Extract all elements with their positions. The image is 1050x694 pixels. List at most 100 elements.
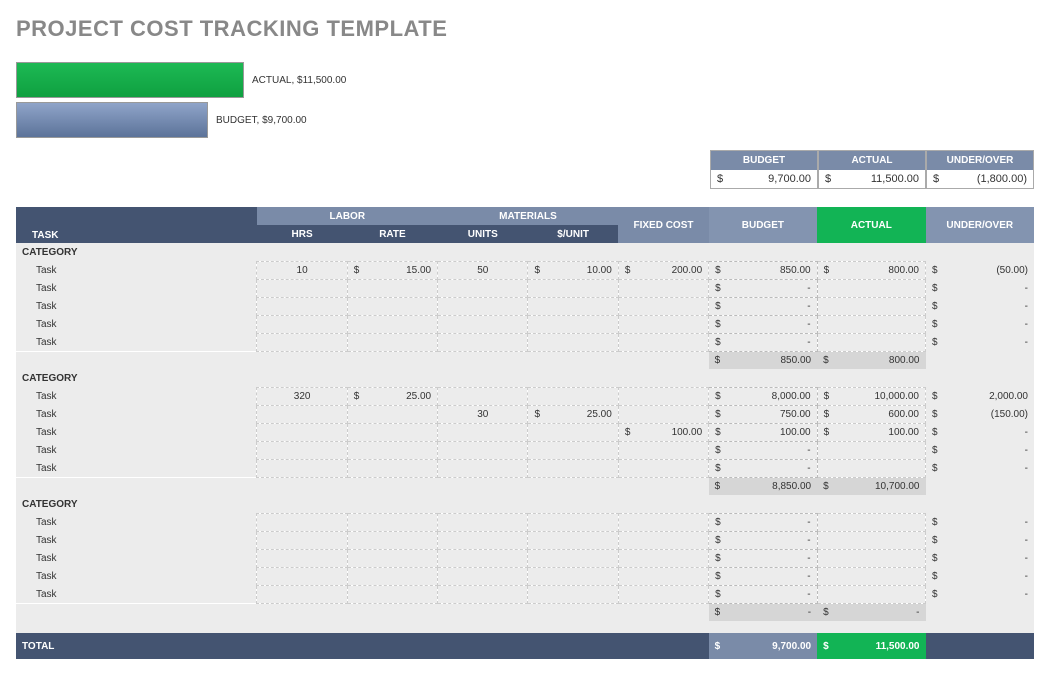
perunit-cell[interactable] bbox=[528, 459, 618, 477]
task-cell[interactable]: Task bbox=[16, 513, 257, 531]
actual-cell[interactable]: $800.00 bbox=[817, 261, 925, 279]
task-cell[interactable]: Task bbox=[16, 405, 257, 423]
units-cell[interactable] bbox=[438, 531, 528, 549]
units-cell[interactable]: 30 bbox=[438, 405, 528, 423]
perunit-cell[interactable] bbox=[528, 531, 618, 549]
hrs-cell[interactable] bbox=[257, 567, 347, 585]
task-cell[interactable]: Task bbox=[16, 423, 257, 441]
task-cell[interactable]: Task bbox=[16, 333, 257, 351]
rate-cell[interactable] bbox=[347, 297, 437, 315]
fixed-cell[interactable] bbox=[618, 333, 708, 351]
task-cell[interactable]: Task bbox=[16, 315, 257, 333]
actual-cell[interactable] bbox=[817, 297, 925, 315]
perunit-cell[interactable] bbox=[528, 567, 618, 585]
rate-cell[interactable] bbox=[347, 513, 437, 531]
hrs-cell[interactable] bbox=[257, 423, 347, 441]
rate-cell[interactable] bbox=[347, 315, 437, 333]
rate-cell[interactable] bbox=[347, 441, 437, 459]
units-cell[interactable] bbox=[438, 423, 528, 441]
fixed-cell[interactable] bbox=[618, 315, 708, 333]
actual-cell[interactable] bbox=[817, 585, 925, 603]
hrs-cell[interactable] bbox=[257, 531, 347, 549]
rate-cell[interactable] bbox=[347, 567, 437, 585]
fixed-cell[interactable]: $100.00 bbox=[618, 423, 708, 441]
fixed-cell[interactable] bbox=[618, 297, 708, 315]
actual-cell[interactable] bbox=[817, 333, 925, 351]
task-cell[interactable]: Task bbox=[16, 261, 257, 279]
hrs-cell[interactable] bbox=[257, 549, 347, 567]
rate-cell[interactable] bbox=[347, 333, 437, 351]
rate-cell[interactable] bbox=[347, 549, 437, 567]
hrs-cell[interactable] bbox=[257, 405, 347, 423]
rate-cell[interactable] bbox=[347, 459, 437, 477]
actual-cell[interactable]: $10,000.00 bbox=[817, 387, 925, 405]
task-cell[interactable]: Task bbox=[16, 567, 257, 585]
rate-cell[interactable] bbox=[347, 585, 437, 603]
fixed-cell[interactable] bbox=[618, 531, 708, 549]
perunit-cell[interactable] bbox=[528, 513, 618, 531]
units-cell[interactable] bbox=[438, 387, 528, 405]
perunit-cell[interactable] bbox=[528, 423, 618, 441]
fixed-cell[interactable] bbox=[618, 513, 708, 531]
units-cell[interactable] bbox=[438, 513, 528, 531]
hrs-cell[interactable] bbox=[257, 315, 347, 333]
rate-cell[interactable] bbox=[347, 423, 437, 441]
units-cell[interactable]: 50 bbox=[438, 261, 528, 279]
fixed-cell[interactable] bbox=[618, 567, 708, 585]
task-cell[interactable]: Task bbox=[16, 387, 257, 405]
fixed-cell[interactable] bbox=[618, 405, 708, 423]
actual-cell[interactable] bbox=[817, 279, 925, 297]
hrs-cell[interactable] bbox=[257, 333, 347, 351]
actual-cell[interactable] bbox=[817, 549, 925, 567]
hrs-cell[interactable] bbox=[257, 585, 347, 603]
units-cell[interactable] bbox=[438, 315, 528, 333]
fixed-cell[interactable] bbox=[618, 459, 708, 477]
task-cell[interactable]: Task bbox=[16, 549, 257, 567]
rate-cell[interactable] bbox=[347, 279, 437, 297]
fixed-cell[interactable] bbox=[618, 441, 708, 459]
fixed-cell[interactable] bbox=[618, 387, 708, 405]
task-cell[interactable]: Task bbox=[16, 585, 257, 603]
units-cell[interactable] bbox=[438, 549, 528, 567]
rate-cell[interactable] bbox=[347, 531, 437, 549]
task-cell[interactable]: Task bbox=[16, 441, 257, 459]
task-cell[interactable]: Task bbox=[16, 297, 257, 315]
hrs-cell[interactable]: 320 bbox=[257, 387, 347, 405]
hrs-cell[interactable] bbox=[257, 279, 347, 297]
perunit-cell[interactable] bbox=[528, 585, 618, 603]
actual-cell[interactable] bbox=[817, 459, 925, 477]
actual-cell[interactable]: $100.00 bbox=[817, 423, 925, 441]
units-cell[interactable] bbox=[438, 441, 528, 459]
perunit-cell[interactable]: $25.00 bbox=[528, 405, 618, 423]
actual-cell[interactable]: $600.00 bbox=[817, 405, 925, 423]
perunit-cell[interactable] bbox=[528, 315, 618, 333]
actual-cell[interactable] bbox=[817, 531, 925, 549]
units-cell[interactable] bbox=[438, 567, 528, 585]
actual-cell[interactable] bbox=[817, 513, 925, 531]
units-cell[interactable] bbox=[438, 333, 528, 351]
hrs-cell[interactable]: 10 bbox=[257, 261, 347, 279]
fixed-cell[interactable] bbox=[618, 549, 708, 567]
task-cell[interactable]: Task bbox=[16, 279, 257, 297]
fixed-cell[interactable] bbox=[618, 279, 708, 297]
rate-cell[interactable]: $15.00 bbox=[347, 261, 437, 279]
perunit-cell[interactable]: $10.00 bbox=[528, 261, 618, 279]
actual-cell[interactable] bbox=[817, 315, 925, 333]
hrs-cell[interactable] bbox=[257, 459, 347, 477]
hrs-cell[interactable] bbox=[257, 441, 347, 459]
rate-cell[interactable] bbox=[347, 405, 437, 423]
units-cell[interactable] bbox=[438, 459, 528, 477]
rate-cell[interactable]: $25.00 bbox=[347, 387, 437, 405]
perunit-cell[interactable] bbox=[528, 549, 618, 567]
units-cell[interactable] bbox=[438, 297, 528, 315]
fixed-cell[interactable] bbox=[618, 585, 708, 603]
fixed-cell[interactable]: $200.00 bbox=[618, 261, 708, 279]
perunit-cell[interactable] bbox=[528, 387, 618, 405]
actual-cell[interactable] bbox=[817, 567, 925, 585]
hrs-cell[interactable] bbox=[257, 297, 347, 315]
task-cell[interactable]: Task bbox=[16, 531, 257, 549]
task-cell[interactable]: Task bbox=[16, 459, 257, 477]
perunit-cell[interactable] bbox=[528, 297, 618, 315]
units-cell[interactable] bbox=[438, 585, 528, 603]
perunit-cell[interactable] bbox=[528, 279, 618, 297]
